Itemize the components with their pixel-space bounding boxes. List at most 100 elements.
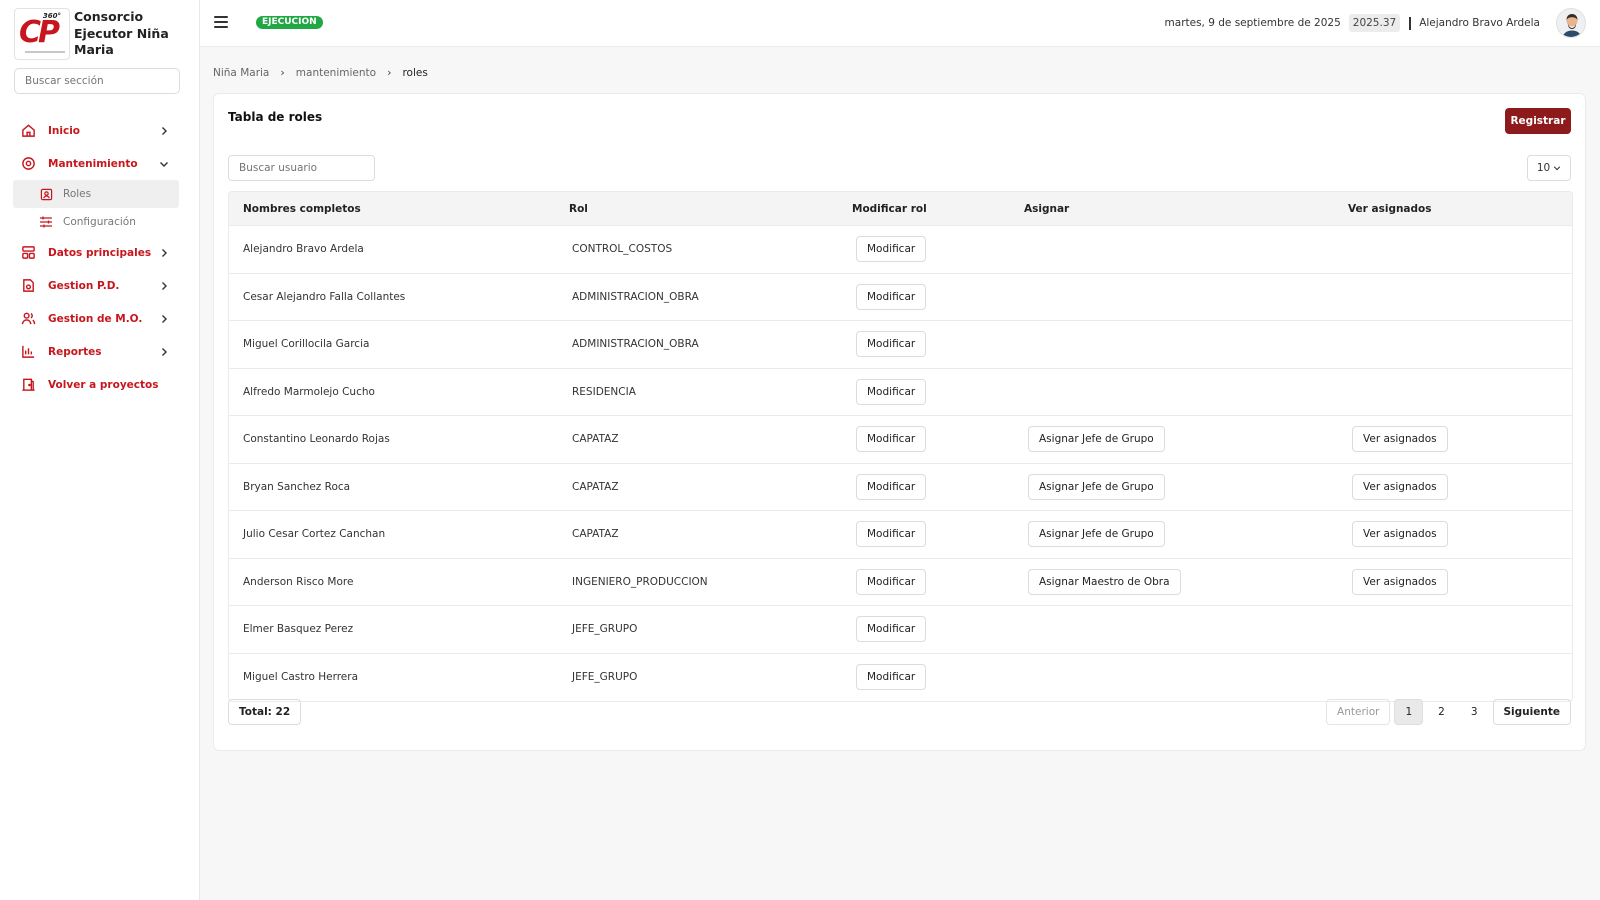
page-button[interactable]: 2 <box>1427 699 1456 725</box>
prev-page-button[interactable]: Anterior <box>1326 699 1391 725</box>
user-full-name: Anderson Risco More <box>243 575 354 588</box>
topbar-right: martes, 9 de septiembre de 2025 2025.37 … <box>1165 8 1586 38</box>
sidebar-item-mantenimiento[interactable]: Mantenimiento <box>0 147 199 180</box>
table-row: Constantino Leonardo Rojas CAPATAZ Modific… <box>229 416 1572 464</box>
chevron-down-icon <box>1554 166 1561 171</box>
view-assigned-button-cell: Ver asignados <box>1348 521 1572 548</box>
table-header: Nombres completos Rol Modificar rol Asig… <box>229 192 1572 226</box>
current-date: martes, 9 de septiembre de 2025 <box>1164 17 1341 29</box>
sidebar-item-volver-proyectos[interactable]: Volver a proyectos <box>0 368 199 401</box>
layout-icon <box>20 245 36 261</box>
menu-toggle-icon[interactable] <box>214 16 228 28</box>
modify-role-button[interactable]: Modificar <box>856 664 927 691</box>
view-assigned-button-cell: Ver asignados <box>1348 426 1572 453</box>
column-header: Rol <box>569 202 588 215</box>
roles-table: Nombres completos Rol Modificar rol Asig… <box>228 191 1573 702</box>
modify-role-button[interactable]: Modificar <box>856 378 927 405</box>
logo-text: CP <box>19 15 60 50</box>
assign-button[interactable]: Asignar Jefe de Grupo <box>1028 426 1165 453</box>
company-name-line: Maria <box>74 42 114 57</box>
modify-role-button-cell: Modificar <box>852 473 1024 500</box>
chevron-right-icon: › <box>280 66 285 79</box>
sidebar-item-reportes[interactable]: Reportes <box>0 335 199 368</box>
user-full-name: Alejandro Bravo Ardela <box>243 243 364 256</box>
modify-role-button[interactable]: Modificar <box>856 331 927 358</box>
table-row: Miguel Corillocila Garcia ADMINISTRACION_… <box>229 321 1572 369</box>
modify-role-button[interactable]: Modificar <box>856 283 927 310</box>
table-row: Bryan Sanchez Roca CAPATAZ Modificar Asigna… <box>229 464 1572 511</box>
sidebar-subitem-roles[interactable]: Roles <box>13 180 179 208</box>
sidebar-item-label: Inicio <box>48 124 81 137</box>
document-gear-icon <box>20 278 36 294</box>
door-icon <box>20 377 36 393</box>
divider <box>1409 16 1412 30</box>
view-assigned-button[interactable]: Ver asignados <box>1352 473 1448 500</box>
sidebar-item-gestion-mo[interactable]: Gestion de M.O. <box>0 302 199 335</box>
settings-circle-icon <box>20 156 36 172</box>
register-button[interactable]: Registrar <box>1505 108 1571 134</box>
assign-button-cell: Asignar Jefe de Grupo <box>1024 426 1348 453</box>
table-row: Alfredo Marmolejo Cucho RESIDENCIA Modific… <box>229 369 1572 416</box>
user-role: ADMINISTRACION_OBRA <box>572 338 699 351</box>
chevron-right-icon <box>162 281 167 290</box>
assign-button[interactable]: Asignar Maestro de Obra <box>1028 568 1181 595</box>
pagination: Anterior 1 2 3 Siguiente <box>1322 699 1571 725</box>
modify-role-button[interactable]: Modificar <box>856 236 927 263</box>
modify-role-button-cell: Modificar <box>852 568 1024 595</box>
breadcrumb-item[interactable]: mantenimiento <box>296 67 376 79</box>
view-assigned-button[interactable]: Ver asignados <box>1352 426 1448 453</box>
sidebar-item-label: Mantenimiento <box>48 157 138 170</box>
view-assigned-button-cell: Ver asignados <box>1348 568 1572 595</box>
avatar[interactable] <box>1556 8 1586 38</box>
page-button[interactable]: 3 <box>1460 699 1489 725</box>
page-size-select[interactable]: 10 <box>1527 155 1571 181</box>
table-row: Anderson Risco More INGENIERO_PRODUCCION M… <box>229 559 1572 606</box>
breadcrumb-item[interactable]: Niña Maria <box>213 67 269 79</box>
sidebar-item-label: Datos principales <box>48 246 152 259</box>
modify-role-button[interactable]: Modificar <box>856 616 927 643</box>
sidebar-item-inicio[interactable]: Inicio <box>0 114 199 147</box>
chevron-down-icon <box>160 161 168 167</box>
user-role: CAPATAZ <box>572 528 619 541</box>
user-search-input[interactable] <box>228 155 375 181</box>
table-row: Alejandro Bravo Ardela CONTROL_COSTOS Modi… <box>229 226 1572 274</box>
modify-role-button[interactable]: Modificar <box>856 521 927 548</box>
company-logo: CP 360° <box>14 8 70 60</box>
table-row: Miguel Castro Herrera JEFE_GRUPO Modificar <box>229 654 1572 702</box>
user-full-name: Constantino Leonardo Rojas <box>243 433 390 446</box>
brand[interactable]: CP 360° Consorcio Ejecutor Niña Maria <box>0 0 199 62</box>
home-icon <box>20 123 36 139</box>
section-search-input[interactable] <box>14 68 180 94</box>
assign-button-cell: Asignar Jefe de Grupo <box>1024 473 1348 500</box>
sliders-icon <box>39 215 53 229</box>
view-assigned-button[interactable]: Ver asignados <box>1352 568 1448 595</box>
sidebar-subitem-label: Roles <box>63 188 92 200</box>
user-name[interactable]: Alejandro Bravo Ardela <box>1419 17 1540 29</box>
modify-role-button-cell: Modificar <box>852 664 1024 691</box>
sidebar-item-datos-principales[interactable]: Datos principales <box>0 236 199 269</box>
view-assigned-button[interactable]: Ver asignados <box>1352 521 1448 548</box>
page-size-value: 10 <box>1536 162 1551 174</box>
next-page-button[interactable]: Siguiente <box>1492 699 1571 725</box>
page-button[interactable]: 1 <box>1394 699 1424 725</box>
modify-role-button[interactable]: Modificar <box>856 568 927 595</box>
assign-button[interactable]: Asignar Jefe de Grupo <box>1028 473 1165 500</box>
modify-role-button[interactable]: Modificar <box>856 426 927 453</box>
modify-role-button-cell: Modificar <box>852 283 1024 310</box>
modify-role-button[interactable]: Modificar <box>856 473 927 500</box>
sidebar-subitem-configuracion[interactable]: Configuración <box>13 208 179 236</box>
breadcrumb-current: roles <box>402 66 428 79</box>
chevron-right-icon: › <box>387 66 392 79</box>
user-full-name: Bryan Sanchez Roca <box>243 480 351 493</box>
user-role: RESIDENCIA <box>572 385 636 398</box>
table-body: Alejandro Bravo Ardela CONTROL_COSTOS Modi… <box>229 226 1572 701</box>
assign-button-cell: Asignar Jefe de Grupo <box>1024 521 1348 548</box>
company-name-line: Consorcio <box>74 9 144 24</box>
chevron-right-icon <box>162 126 167 135</box>
table-row: Cesar Alejandro Falla Collantes ADMINISTR… <box>229 274 1572 321</box>
sidebar-item-label: Gestion P.D. <box>48 279 120 292</box>
user-role: CAPATAZ <box>572 480 619 493</box>
sidebar-item-gestion-pd[interactable]: Gestion P.D. <box>0 269 199 302</box>
modify-role-button-cell: Modificar <box>852 616 1024 643</box>
assign-button[interactable]: Asignar Jefe de Grupo <box>1028 521 1165 548</box>
